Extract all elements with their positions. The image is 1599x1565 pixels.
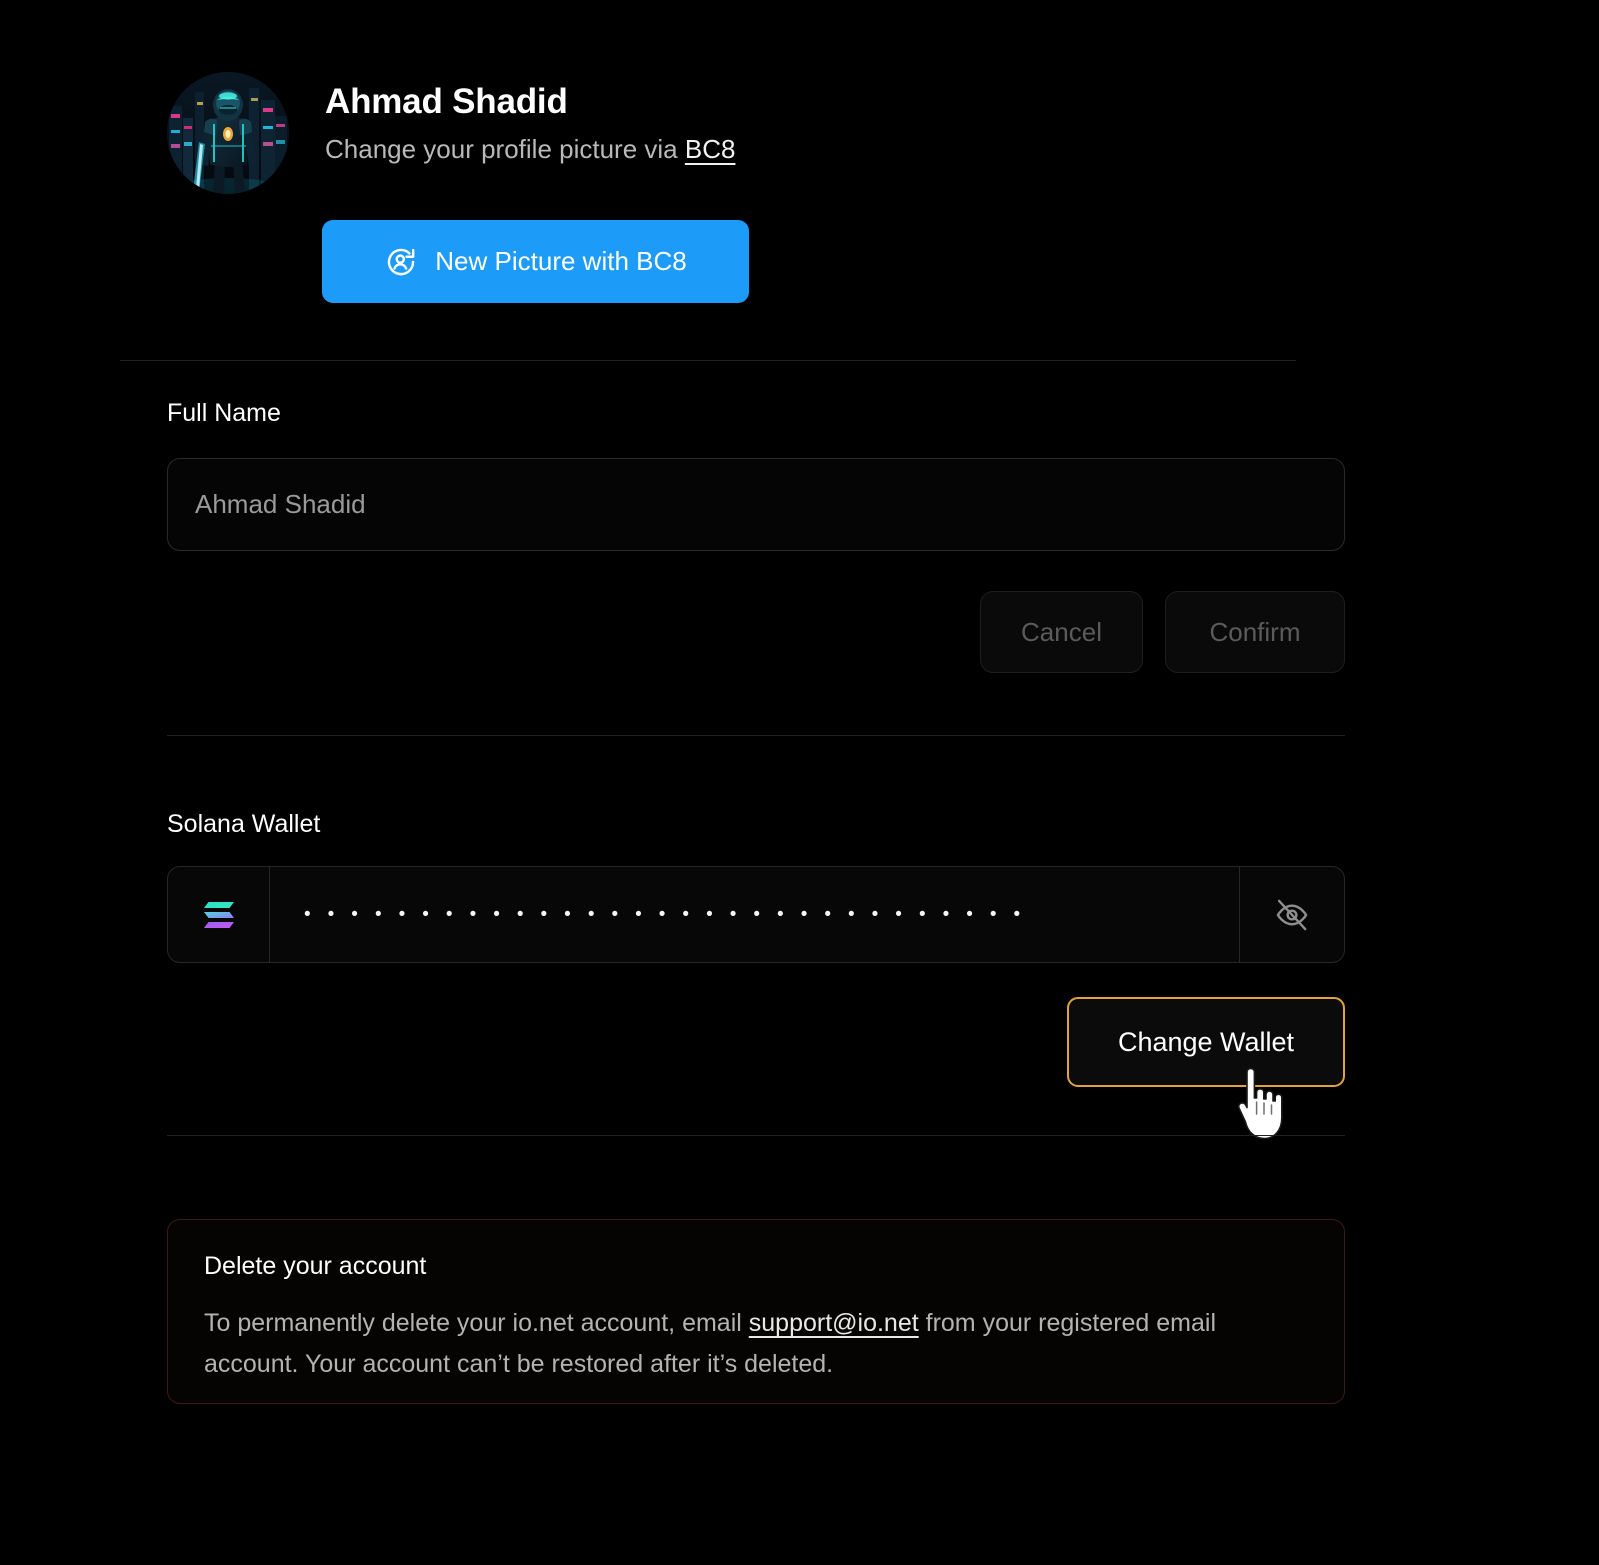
profile-meta: Ahmad Shadid Change your profile picture…: [325, 72, 735, 165]
solana-wallet-label: Solana Wallet: [167, 810, 321, 838]
divider-top: [120, 360, 1296, 361]
account-settings-page: Ahmad Shadid Change your profile picture…: [0, 0, 1599, 1565]
delete-account-panel: Delete your account To permanently delet…: [167, 1219, 1345, 1404]
delete-body-part1: To permanently delete your io.net accoun…: [204, 1309, 749, 1337]
bc8-link[interactable]: BC8: [685, 134, 736, 164]
new-picture-with-bc8-button[interactable]: New Picture with BC8: [322, 220, 749, 303]
full-name-label: Full Name: [167, 399, 281, 427]
new-picture-button-label: New Picture with BC8: [435, 246, 687, 276]
change-wallet-actions: Change Wallet: [167, 997, 1345, 1087]
change-wallet-button[interactable]: Change Wallet: [1067, 997, 1345, 1087]
avatar-image: [167, 72, 289, 194]
divider-middle: [167, 735, 1345, 736]
delete-account-title: Delete your account: [204, 1252, 427, 1280]
full-name-actions: Cancel Confirm: [167, 591, 1345, 673]
profile-header: Ahmad Shadid Change your profile picture…: [167, 72, 735, 194]
cancel-button[interactable]: Cancel: [980, 591, 1143, 673]
profile-subtitle: Change your profile picture via BC8: [325, 134, 735, 165]
user-refresh-icon: [384, 245, 418, 279]
profile-subtitle-text: Change your profile picture via: [325, 134, 685, 165]
delete-account-body: To permanently delete your io.net accoun…: [204, 1303, 1294, 1386]
full-name-input[interactable]: [167, 458, 1345, 551]
wallet-masked-value: •••••••••••••••••••••••••••••••: [304, 904, 1038, 925]
avatar: [167, 72, 289, 194]
solana-logo-icon: [168, 867, 270, 962]
eye-off-icon[interactable]: [1239, 867, 1344, 962]
support-email-link[interactable]: support@io.net: [749, 1309, 919, 1337]
solana-wallet-field[interactable]: •••••••••••••••••••••••••••••••: [167, 866, 1345, 963]
confirm-button[interactable]: Confirm: [1165, 591, 1345, 673]
profile-name: Ahmad Shadid: [325, 82, 568, 121]
divider-bottom: [167, 1135, 1345, 1136]
